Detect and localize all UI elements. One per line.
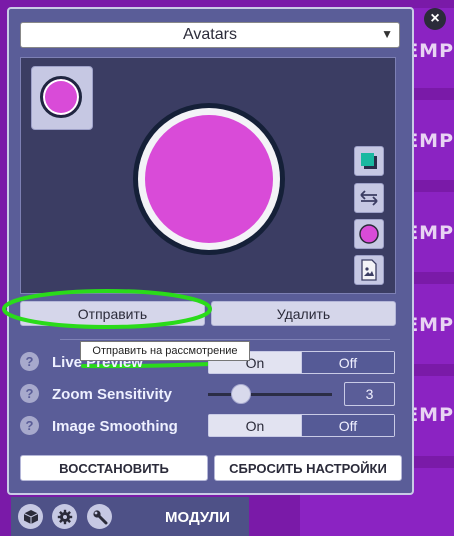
- circle-shape-icon: [359, 224, 379, 244]
- avatar-thumbnail[interactable]: [31, 66, 93, 130]
- image-smoothing-on-option[interactable]: On: [209, 415, 301, 436]
- avatar-preview-circle: [145, 115, 273, 243]
- avatar-category-select[interactable]: Avatars ▼: [20, 22, 400, 48]
- zoom-slider-handle[interactable]: [231, 384, 251, 404]
- modules-label[interactable]: МОДУЛИ: [165, 509, 230, 526]
- image-smoothing-off-option[interactable]: Off: [301, 415, 394, 436]
- help-icon[interactable]: ?: [20, 416, 39, 435]
- circle-shape-button[interactable]: [354, 219, 384, 249]
- image-upload-button[interactable]: [354, 255, 384, 285]
- zoom-sensitivity-label: Zoom Sensitivity: [52, 386, 173, 403]
- modules-cube-button[interactable]: [18, 504, 43, 529]
- submit-tooltip: Отправить на рассмотрение: [80, 341, 250, 361]
- settings-button[interactable]: [52, 504, 77, 529]
- avatar-thumbnail-circle: [40, 76, 82, 118]
- image-smoothing-toggle[interactable]: On Off: [208, 414, 395, 437]
- gear-icon: [57, 509, 72, 524]
- chevron-down-icon: ▼: [381, 27, 393, 41]
- restore-button[interactable]: ВОССТАНОВИТЬ: [20, 455, 208, 481]
- section-divider: [60, 339, 390, 340]
- reset-settings-button[interactable]: СБРОСИТЬ НАСТРОЙКИ: [214, 455, 402, 481]
- image-file-icon: [361, 259, 377, 281]
- wrench-icon: [92, 509, 107, 524]
- tools-button[interactable]: [87, 504, 112, 529]
- zoom-slider-track[interactable]: [208, 393, 332, 396]
- swap-arrows-icon: [360, 190, 378, 206]
- swap-button[interactable]: [354, 183, 384, 213]
- zoom-value-input[interactable]: 3: [344, 382, 395, 406]
- live-preview-off-option[interactable]: Off: [301, 352, 394, 373]
- color-swatch-icon: [361, 153, 377, 169]
- image-smoothing-label: Image Smoothing: [52, 418, 178, 435]
- help-icon[interactable]: ?: [20, 352, 39, 371]
- cube-icon: [23, 509, 38, 524]
- help-icon[interactable]: ?: [20, 384, 39, 403]
- close-button[interactable]: ×: [424, 8, 446, 30]
- color-swatch-button[interactable]: [354, 146, 384, 176]
- select-value: Avatars: [183, 26, 237, 43]
